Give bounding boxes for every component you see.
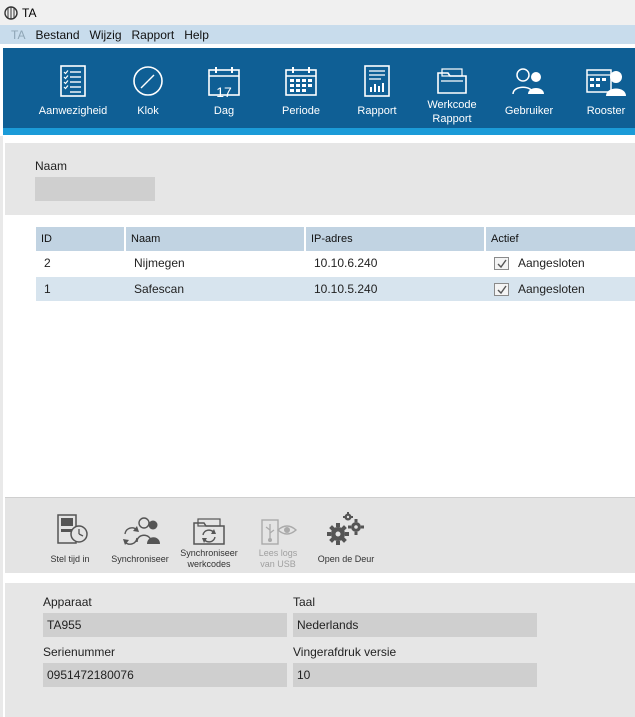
main-toolbar: Aanwezigheid Klok 17 Dag Periode Rapport… <box>0 44 635 136</box>
toolbar-background: Aanwezigheid Klok 17 Dag Periode Rapport… <box>3 48 635 128</box>
toolbar-rooster-label: Rooster <box>586 105 626 117</box>
toolbar-periode-label: Periode <box>282 105 320 117</box>
synchronize-workcodes-button[interactable]: Synchroniseer werkcodes <box>177 510 241 570</box>
set-time-button[interactable]: Stel tijd in <box>43 510 97 565</box>
actief-checkbox[interactable] <box>494 282 509 296</box>
cell-naam: Nijmegen <box>134 256 185 270</box>
menu-help[interactable]: Help <box>184 28 209 42</box>
toolbar-rapport-button[interactable]: Rapport <box>354 48 400 128</box>
cell-ip: 10.10.5.240 <box>314 282 378 296</box>
open-door-button[interactable]: Open de Deur <box>314 510 378 565</box>
table-header: ID Naam IP-adres Actief <box>36 227 635 251</box>
window-title: TA <box>22 5 37 20</box>
toolbar-dag-button[interactable]: 17 Dag <box>201 48 247 128</box>
read-usb-logs-label: Lees logs van USB <box>259 548 298 570</box>
read-usb-logs-label-line2: van USB <box>260 559 296 569</box>
toolbar-accent-stripe <box>3 128 635 135</box>
calendar-day-icon: 17 <box>208 62 240 100</box>
toolbar-klok-button[interactable]: Klok <box>125 48 171 128</box>
toolbar-gebruiker-button[interactable]: Gebruiker <box>500 48 558 128</box>
menu-rapport[interactable]: Rapport <box>132 28 175 42</box>
calendar-day-number: 17 <box>216 84 232 100</box>
read-usb-logs-label-line1: Lees logs <box>258 548 298 558</box>
title-bar: TA <box>0 0 635 25</box>
clock-icon <box>132 62 164 100</box>
window-left-edge <box>0 44 3 717</box>
toolbar-gebruiker-label: Gebruiker <box>504 105 554 117</box>
table-row[interactable]: 1 Safescan 10.10.5.240 Aangesloten <box>36 277 635 303</box>
usb-icon <box>258 510 298 546</box>
cell-naam: Safescan <box>134 282 185 296</box>
schedule-icon <box>586 62 626 100</box>
name-filter-input[interactable] <box>35 177 155 201</box>
column-header-naam[interactable]: Naam <box>126 227 306 251</box>
toolbar-periode-button[interactable]: Periode <box>278 48 324 128</box>
devices-table: ID Naam IP-adres Actief 2 Nijmegen 10.10… <box>36 227 635 303</box>
toolbar-werkcode-label-line1: Werkcode <box>427 99 477 111</box>
actief-checkbox[interactable] <box>494 256 509 270</box>
open-door-label: Open de Deur <box>317 554 375 564</box>
vingerafdruk-versie-field: 10 <box>293 663 537 687</box>
section-divider <box>5 573 635 583</box>
toolbar-rapport-label: Rapport <box>357 105 397 117</box>
toolbar-rooster-button[interactable]: Rooster <box>577 48 635 128</box>
toolbar-aanwezigheid-label: Aanwezigheid <box>38 105 108 117</box>
device-info-panel: Apparaat TA955 Taal Nederlands Serienumm… <box>5 583 635 717</box>
taal-label: Taal <box>293 595 316 609</box>
set-time-icon <box>50 510 90 546</box>
synchronize-label: Synchroniseer <box>111 554 169 564</box>
sync-folder-icon <box>192 510 226 546</box>
sync-users-icon <box>119 510 161 546</box>
table-row[interactable]: 2 Nijmegen 10.10.6.240 Aangesloten <box>36 251 635 277</box>
attendance-list-icon <box>60 62 86 100</box>
device-action-bar: Stel tijd in Synchroniseer Synchroniseer… <box>5 497 635 573</box>
report-icon <box>364 62 390 100</box>
menu-ta[interactable]: TA <box>11 28 25 42</box>
toolbar-klok-label: Klok <box>137 105 159 117</box>
filter-panel: Naam <box>5 143 635 215</box>
apparaat-field: TA955 <box>43 613 287 637</box>
name-filter-label: Naam <box>35 159 68 173</box>
column-header-actief[interactable]: Actief <box>486 227 635 251</box>
set-time-label: Stel tijd in <box>50 554 90 564</box>
read-usb-logs-button[interactable]: Lees logs van USB <box>251 510 305 570</box>
toolbar-werkcode-rapport-label: Werkcode Rapport <box>427 98 476 126</box>
menu-bar: TA Bestand Wijzig Rapport Help <box>0 25 635 44</box>
folder-report-icon <box>436 62 468 100</box>
users-icon <box>511 62 547 100</box>
gears-icon <box>326 510 366 546</box>
column-header-id[interactable]: ID <box>36 227 126 251</box>
cell-id: 2 <box>44 256 51 270</box>
cell-actief: Aangesloten <box>486 256 635 270</box>
actief-status-text: Aangesloten <box>518 282 585 296</box>
actief-status-text: Aangesloten <box>518 256 585 270</box>
synchronize-workcodes-label-line2: werkcodes <box>187 559 231 569</box>
column-header-ip[interactable]: IP-adres <box>306 227 486 251</box>
synchronize-workcodes-label-line1: Synchroniseer <box>180 548 238 558</box>
toolbar-dag-label: Dag <box>213 105 235 117</box>
synchronize-workcodes-label: Synchroniseer werkcodes <box>180 548 238 570</box>
vingerafdruk-versie-label: Vingerafdruk versie <box>293 645 397 659</box>
menu-wijzig[interactable]: Wijzig <box>90 28 122 42</box>
apparaat-label: Apparaat <box>43 595 92 609</box>
cell-id: 1 <box>44 282 51 296</box>
taal-field: Nederlands <box>293 613 537 637</box>
toolbar-werkcode-label-line2: Rapport <box>432 113 472 125</box>
calendar-period-icon <box>285 62 317 100</box>
cell-actief: Aangesloten <box>486 282 635 296</box>
toolbar-aanwezigheid-button[interactable]: Aanwezigheid <box>31 48 115 128</box>
serienummer-label: Serienummer <box>43 645 116 659</box>
synchronize-button[interactable]: Synchroniseer <box>107 510 173 565</box>
cell-ip: 10.10.6.240 <box>314 256 378 270</box>
menu-bestand[interactable]: Bestand <box>35 28 79 42</box>
app-logo-icon <box>4 5 18 20</box>
toolbar-werkcode-rapport-button[interactable]: Werkcode Rapport <box>424 48 480 128</box>
serienummer-field: 0951472180076 <box>43 663 287 687</box>
